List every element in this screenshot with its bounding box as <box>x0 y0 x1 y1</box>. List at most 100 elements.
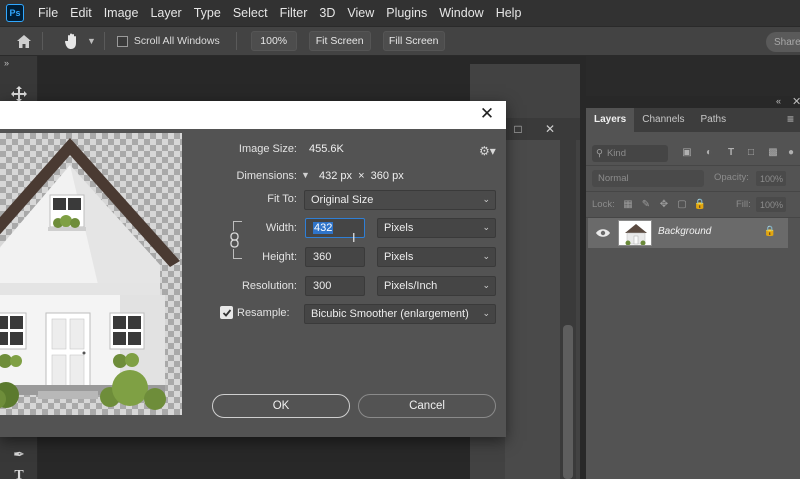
height-input[interactable]: 360 <box>305 247 365 267</box>
menu-plugins[interactable]: Plugins <box>380 0 433 26</box>
menu-edit[interactable]: Edit <box>64 0 98 26</box>
close-document-icon[interactable]: ✕ <box>542 121 558 137</box>
menu-help[interactable]: Help <box>490 0 528 26</box>
fit-screen-button[interactable]: Fit Screen <box>308 31 371 51</box>
chevron-down-icon: ⌄ <box>482 308 490 318</box>
gear-icon[interactable]: ⚙▾ <box>479 144 496 158</box>
menu-bar: Ps File Edit Image Layer Type Select Fil… <box>0 0 800 26</box>
ok-button[interactable]: OK <box>212 394 350 418</box>
tab-paths[interactable]: Paths <box>693 108 735 132</box>
scroll-all-windows-label: Scroll All Windows <box>133 35 220 47</box>
document-canvas[interactable] <box>505 140 560 479</box>
photoshop-logo: Ps <box>6 4 24 22</box>
width-input[interactable]: 432 <box>305 218 365 238</box>
scroll-all-windows-checkbox[interactable] <box>116 35 128 47</box>
dimensions-label: Dimensions: <box>236 170 297 182</box>
type-tool-icon[interactable]: T <box>9 466 29 479</box>
resample-label: Resample: <box>237 307 290 319</box>
menu-image[interactable]: Image <box>98 0 145 26</box>
image-size-label: Image Size: <box>238 143 297 155</box>
menu-filter[interactable]: Filter <box>274 0 314 26</box>
menu-type[interactable]: Type <box>188 0 227 26</box>
layer-lock-icon: 🔒 <box>763 226 776 237</box>
smart-object-filter-icon[interactable]: ▩ <box>766 145 780 159</box>
fill-screen-button[interactable]: Fill Screen <box>382 31 445 51</box>
width-value: 432 <box>313 222 334 234</box>
maximize-icon[interactable]: □ <box>510 121 526 137</box>
filter-toggle-icon[interactable]: ● <box>784 145 798 159</box>
separator <box>103 32 105 50</box>
menu-select[interactable]: Select <box>227 0 274 26</box>
fit-to-select[interactable]: Original Size ⌄ <box>304 190 496 210</box>
lock-position-icon[interactable]: ✥ <box>658 198 670 210</box>
fit-to-label: Fit To: <box>267 193 297 205</box>
kind-filter-select[interactable]: ⚲ Kind <box>592 145 668 162</box>
fill-label: Fill: <box>736 199 751 210</box>
pixel-filter-icon[interactable]: ▣ <box>680 145 694 159</box>
link-icon[interactable] <box>229 231 240 249</box>
resolution-input[interactable]: 300 <box>305 276 365 296</box>
lock-transparent-icon[interactable]: ▦ <box>622 198 634 210</box>
zoom-100-button[interactable]: 100% <box>250 31 297 51</box>
menu-layer[interactable]: Layer <box>144 0 187 26</box>
blend-mode-select[interactable]: Normal <box>592 170 704 187</box>
resolution-unit-select[interactable]: Pixels/Inch ⌄ <box>377 276 496 296</box>
chevron-down-icon: ⌄ <box>482 251 490 261</box>
visibility-eye-icon[interactable] <box>596 226 610 240</box>
blend-row: Normal Opacity: 100% <box>586 166 800 192</box>
width-unit-select[interactable]: Pixels ⌄ <box>377 218 496 238</box>
collapse-icon[interactable]: » <box>4 58 9 68</box>
layers-panel: Layers Channels Paths ≡ ⚲ Kind ▣ ◐ T □ ▩… <box>586 108 800 479</box>
collapse-panels-icon[interactable]: « <box>776 96 781 106</box>
pen-tool-icon[interactable]: ✒ <box>9 444 29 464</box>
menu-3d[interactable]: 3D <box>313 0 341 26</box>
close-panels-icon[interactable]: ✕ <box>792 95 800 108</box>
tab-channels[interactable]: Channels <box>634 108 692 132</box>
cancel-button[interactable]: Cancel <box>358 394 496 418</box>
opacity-field[interactable]: 100% <box>756 171 786 186</box>
image-preview[interactable] <box>0 133 182 415</box>
lock-all-icon[interactable]: 🔒 <box>694 198 706 210</box>
filter-row: ⚲ Kind ▣ ◐ T □ ▩ ● <box>586 140 800 166</box>
photoshop-window: Ps File Edit Image Layer Type Select Fil… <box>0 0 800 479</box>
panel-tabs: Layers Channels Paths <box>586 108 800 132</box>
height-unit-select[interactable]: Pixels ⌄ <box>377 247 496 267</box>
menu-file[interactable]: File <box>32 0 64 26</box>
height-unit-value: Pixels <box>384 251 414 263</box>
options-bar: ▼ Scroll All Windows 100% Fit Screen Fil… <box>0 26 800 56</box>
resample-select[interactable]: Bicubic Smoother (enlargement) ⌄ <box>304 304 496 324</box>
home-icon[interactable] <box>14 31 34 51</box>
lock-image-icon[interactable]: ✎ <box>640 198 652 210</box>
separator <box>42 32 43 50</box>
tab-layers[interactable]: Layers <box>586 108 635 132</box>
panel-menu-icon[interactable]: ≡ <box>787 112 794 126</box>
hand-tool-icon[interactable] <box>61 31 83 51</box>
close-icon[interactable]: ✕ <box>476 103 498 125</box>
width-unit-value: Pixels <box>384 222 414 234</box>
resample-checkbox[interactable] <box>220 306 233 319</box>
shape-filter-icon[interactable]: □ <box>744 145 758 159</box>
separator <box>235 32 237 50</box>
menu-view[interactable]: View <box>341 0 380 26</box>
panel-dock-top <box>586 56 800 96</box>
menu-window[interactable]: Window <box>433 0 489 26</box>
search-icon: ⚲ <box>596 148 603 159</box>
lock-row: Lock: ▦ ✎ ✥ ▢ 🔒 Fill: 100% <box>586 192 800 218</box>
scrollbar-thumb[interactable] <box>563 325 573 479</box>
fit-to-value: Original Size <box>311 194 374 206</box>
chevron-down-icon: ⌄ <box>482 280 490 290</box>
resolution-value: 300 <box>313 280 332 292</box>
type-filter-icon[interactable]: T <box>724 145 738 159</box>
lock-artboard-icon[interactable]: ▢ <box>676 198 688 210</box>
fill-field[interactable]: 100% <box>756 197 786 212</box>
dimensions-chevron-icon[interactable]: ▼ <box>301 170 310 180</box>
chevron-down-icon: ⌄ <box>482 222 490 232</box>
kind-placeholder: Kind <box>606 148 626 159</box>
text-cursor-icon: Ⅰ <box>352 231 356 245</box>
lock-label: Lock: <box>592 199 615 210</box>
width-label: Width: <box>265 222 297 234</box>
chevron-down-icon[interactable]: ▼ <box>87 36 96 46</box>
adjustment-filter-icon[interactable]: ◐ <box>702 145 716 159</box>
share-button[interactable]: Share <box>766 32 800 52</box>
layer-row-background[interactable]: Background 🔒 <box>588 218 788 248</box>
